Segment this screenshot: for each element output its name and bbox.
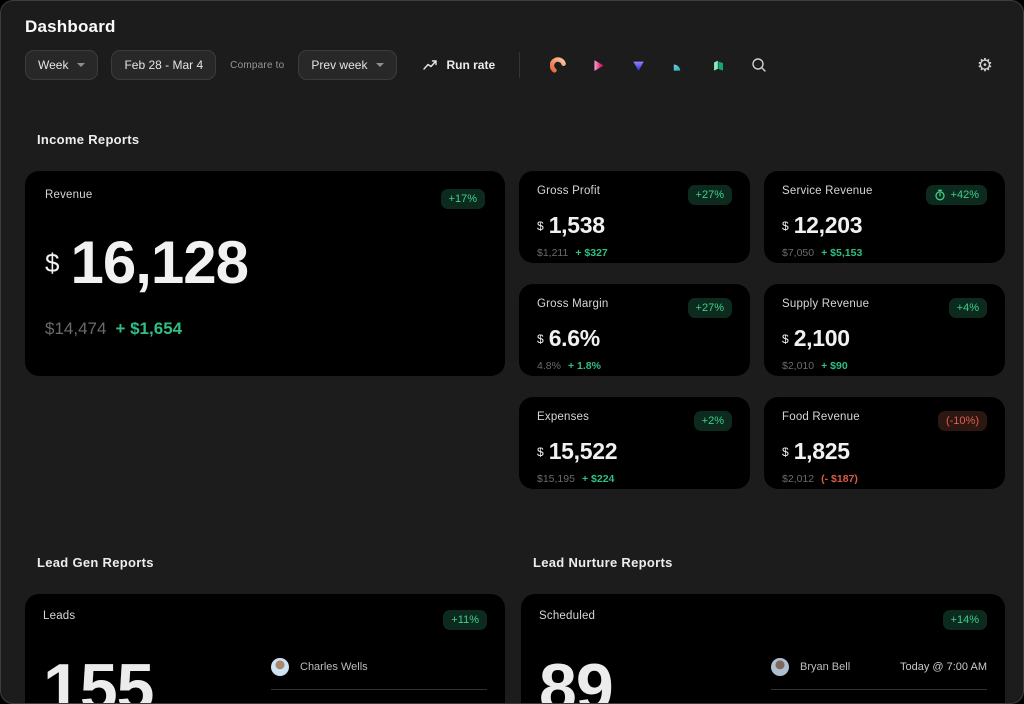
expenses-card: Expenses +2% $ 15,522 $15,195 + $224 [519,397,750,489]
food-revenue-card: Food Revenue (-10%) $ 1,825 $2,012 (- $1… [764,397,1005,489]
change-badge: +27% [688,298,732,318]
rep-divider [271,689,487,690]
delta-value: + 1.8% [568,360,601,372]
scheduled-card: Scheduled +14% 89 Bryan Bell Today @ 7:0… [521,594,1005,704]
lead-sections-grid: Lead Gen Reports Leads +11% 155 Charles … [25,555,1003,704]
teal-quarter-app-icon[interactable] [669,56,687,74]
compare-to-label: Compare to [230,60,284,71]
rep-block: Charles Wells [271,658,487,690]
card-value: 2,100 [794,327,850,350]
avatar [771,658,789,676]
card-value: 155 [43,654,153,704]
lead-nurture-section: Lead Nurture Reports Scheduled +14% 89 B… [521,555,1005,704]
previous-value: $15,195 [537,473,575,485]
delta-value: + $90 [821,360,848,372]
rep-block: Bryan Bell Today @ 7:00 AM [771,658,987,690]
run-rate-label: Run rate [446,58,495,72]
timer-icon [934,189,946,201]
delta-value: + $1,654 [115,319,182,339]
app-window: Dashboard Week Feb 28 - Mar 4 Compare to… [0,0,1024,704]
currency-sign: $ [537,219,544,233]
rep-time: Today @ 7:00 AM [900,661,987,673]
card-label: Gross Profit [537,185,600,197]
delta-value: + $327 [575,247,607,259]
previous-value: $2,010 [782,360,814,372]
page-title: Dashboard [25,17,999,37]
card-value: 6.6% [549,327,600,350]
trend-up-icon [423,59,438,71]
change-badge: +4% [949,298,987,318]
green-banner-app-icon[interactable] [709,56,727,74]
gross-profit-card: Gross Profit +27% $ 1,538 $1,211 + $327 [519,171,750,263]
change-badge: +27% [688,185,732,205]
rep-name: Bryan Bell [800,661,850,673]
toolbar: Week Feb 28 - Mar 4 Compare to Prev week… [25,50,999,80]
currency-sign: $ [782,332,789,346]
card-label: Expenses [537,411,589,423]
period-select[interactable]: Week [25,50,98,80]
card-label: Revenue [45,189,92,201]
card-value: 16,128 [70,233,248,293]
pink-play-app-icon[interactable] [589,56,607,74]
currency-sign: $ [45,248,59,279]
currency-sign: $ [537,332,544,346]
card-label: Gross Margin [537,298,608,310]
gear-icon[interactable]: ⚙ [977,56,993,74]
card-value: 12,203 [794,214,863,237]
income-section-title: Income Reports [37,132,1023,147]
delta-value: (- $187) [821,473,858,485]
period-select-label: Week [38,58,68,72]
lead-gen-section: Lead Gen Reports Leads +11% 155 Charles … [25,555,505,704]
change-badge: +14% [943,610,987,630]
chevron-down-icon [376,63,384,67]
avatar [271,658,289,676]
change-badge: +17% [441,189,485,209]
card-value: 15,522 [549,440,618,463]
card-value: 1,538 [549,214,605,237]
card-label: Leads [43,610,75,622]
change-badge: +11% [443,610,487,630]
lead-gen-section-title: Lead Gen Reports [37,555,505,570]
previous-value: $2,012 [782,473,814,485]
date-range-label: Feb 28 - Mar 4 [124,58,203,72]
change-badge: +2% [694,411,732,431]
delta-value: + $224 [582,473,614,485]
previous-value: $7,050 [782,247,814,259]
card-label: Scheduled [539,610,595,622]
revenue-card: Revenue +17% $ 16,128 $14,474 + $1,654 [25,171,505,376]
income-cards-grid: Revenue +17% $ 16,128 $14,474 + $1,654 G… [25,171,1003,489]
leads-card: Leads +11% 155 Charles Wells [25,594,505,704]
previous-value: 4.8% [537,360,561,372]
chevron-down-icon [77,63,85,67]
compare-select[interactable]: Prev week [298,50,397,80]
delta-value: + $5,153 [821,247,862,259]
card-label: Food Revenue [782,411,860,423]
card-value: 89 [539,654,613,704]
card-label: Service Revenue [782,185,873,197]
currency-sign: $ [537,445,544,459]
change-badge: (-10%) [938,411,987,431]
service-revenue-card: Service Revenue +42% $ 12,203 $7,050 + $… [764,171,1005,263]
currency-sign: $ [782,445,789,459]
change-badge: +42% [926,185,987,205]
currency-sign: $ [782,219,789,233]
lead-nurture-section-title: Lead Nurture Reports [533,555,1005,570]
date-range-button[interactable]: Feb 28 - Mar 4 [111,50,216,80]
run-rate-button[interactable]: Run rate [423,58,495,72]
orange-blob-app-icon[interactable] [549,56,567,74]
gross-margin-card: Gross Margin +27% $ 6.6% 4.8% + 1.8% [519,284,750,376]
compare-select-label: Prev week [311,58,367,72]
toolbar-divider [519,52,520,78]
supply-revenue-card: Supply Revenue +4% $ 2,100 $2,010 + $90 [764,284,1005,376]
rep-name: Charles Wells [300,661,368,673]
header: Dashboard Week Feb 28 - Mar 4 Compare to… [1,1,1023,80]
previous-value: $1,211 [537,247,568,259]
rep-divider [771,689,987,690]
card-label: Supply Revenue [782,298,869,310]
violet-funnel-app-icon[interactable] [629,56,647,74]
search-icon[interactable] [750,56,768,74]
previous-value: $14,474 [45,319,106,339]
card-value: 1,825 [794,440,850,463]
